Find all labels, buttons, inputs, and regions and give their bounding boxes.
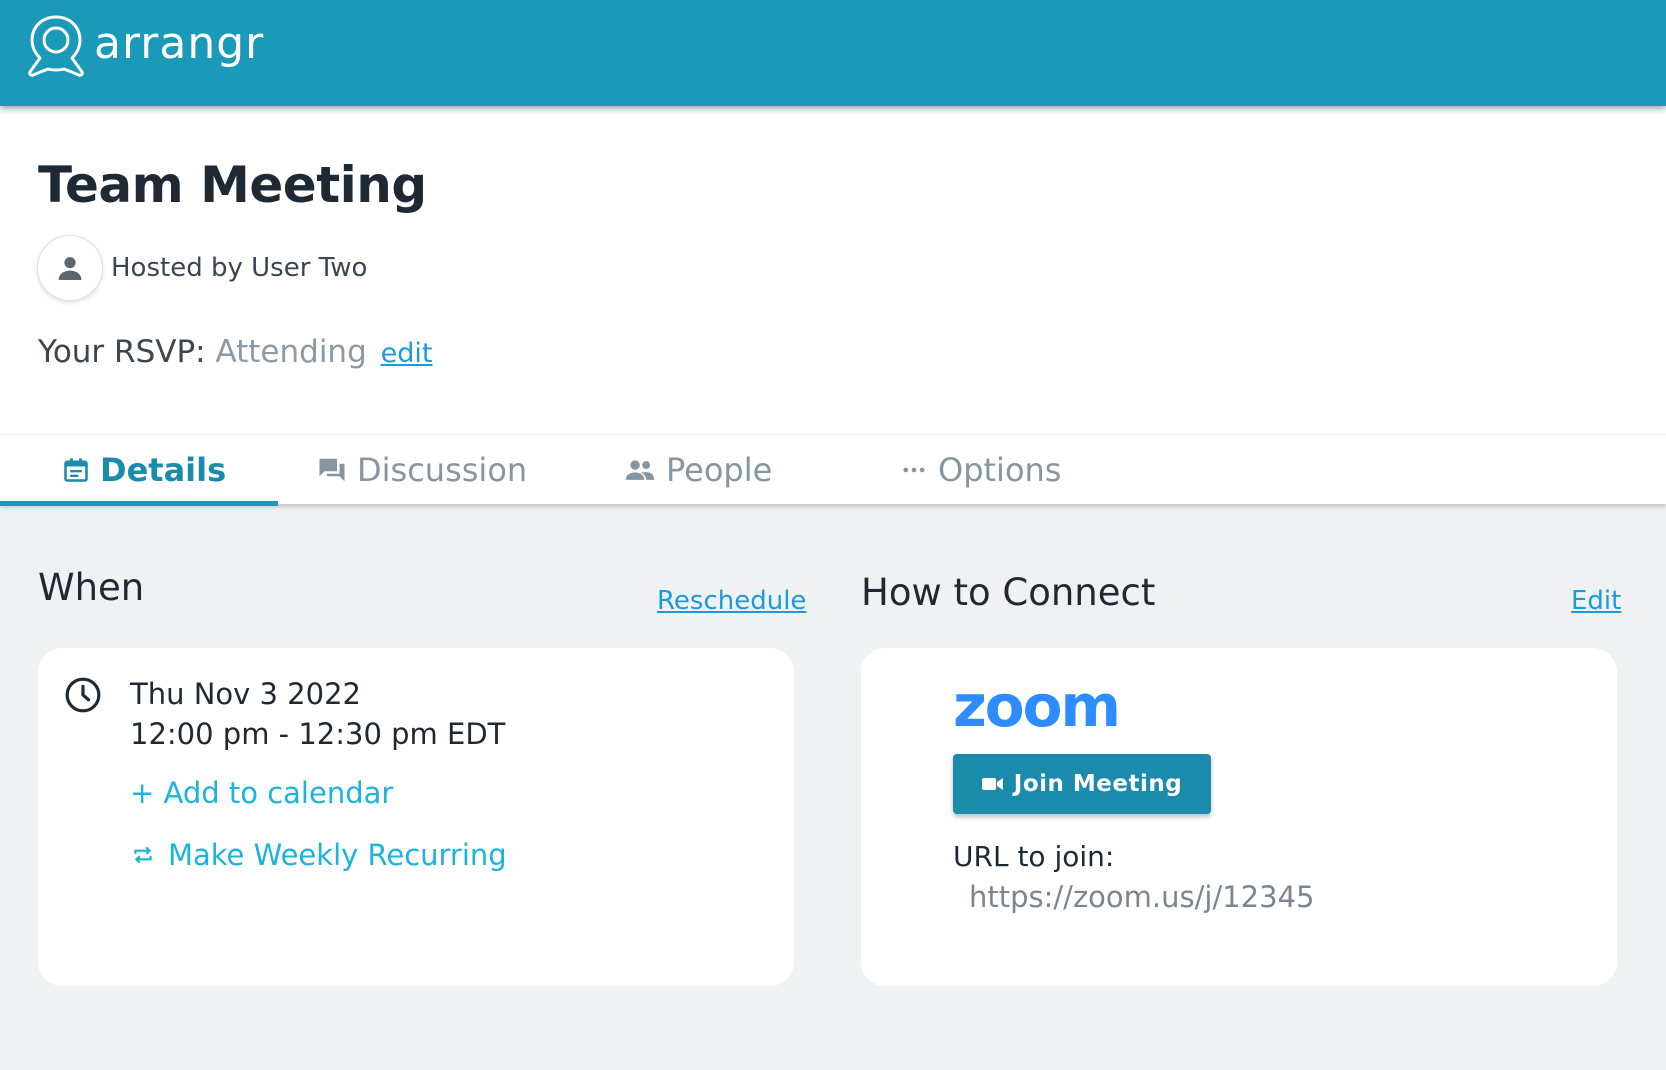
tab-options[interactable]: Options	[900, 435, 1061, 505]
event-summary: Team Meeting Hosted by User Two Your RSV…	[0, 106, 1666, 434]
rsvp-row: Your RSVP: Attending edit	[38, 334, 432, 370]
chat-icon	[319, 458, 345, 482]
brand-name: arrangr	[94, 17, 265, 69]
meeting-url[interactable]: https://zoom.us/j/12345	[969, 880, 1314, 914]
make-recurring-link[interactable]: Make Weekly Recurring	[130, 838, 507, 872]
event-datetime: Thu Nov 3 2022 12:00 pm - 12:30 pm EDT	[130, 674, 505, 754]
host-text: Hosted by User Two	[111, 253, 368, 283]
active-tab-indicator	[0, 501, 278, 506]
event-date: Thu Nov 3 2022	[130, 677, 361, 711]
people-icon	[625, 460, 655, 480]
tab-bar: Details Discussion People Options	[0, 434, 1666, 506]
add-to-calendar-link[interactable]: + Add to calendar	[130, 776, 393, 810]
join-meeting-button[interactable]: Join Meeting	[953, 754, 1211, 814]
zoom-logo: zoom	[953, 682, 1121, 730]
calendar-icon	[64, 458, 88, 482]
add-to-calendar-label: + Add to calendar	[130, 776, 394, 810]
more-horizontal-icon	[903, 467, 925, 473]
event-time: 12:00 pm - 12:30 pm EDT	[130, 717, 506, 751]
video-camera-icon	[981, 778, 1003, 790]
tab-label: Details	[100, 451, 227, 489]
tab-people[interactable]: People	[624, 435, 772, 505]
connect-title: How to Connect	[861, 571, 1156, 614]
tab-label: People	[666, 451, 773, 489]
rsvp-label: Your RSVP:	[38, 334, 206, 370]
repeat-icon	[134, 846, 152, 864]
clock-icon	[65, 677, 101, 713]
url-label: URL to join:	[953, 840, 1115, 873]
connect-edit-link[interactable]: Edit	[1571, 586, 1621, 616]
tab-label: Options	[938, 451, 1062, 489]
make-recurring-label: Make Weekly Recurring	[168, 838, 507, 872]
svg-text:zoom: zoom	[953, 682, 1119, 730]
when-title: When	[38, 566, 145, 609]
rsvp-edit-link[interactable]: edit	[381, 338, 433, 369]
avatar[interactable]	[37, 235, 103, 301]
user-icon	[58, 257, 82, 280]
rsvp-status: Attending	[215, 334, 367, 370]
tab-label: Discussion	[357, 451, 528, 489]
brand-logo[interactable]: arrangr	[24, 14, 264, 78]
reschedule-link[interactable]: Reschedule	[657, 586, 806, 616]
when-card: Thu Nov 3 2022 12:00 pm - 12:30 pm EDT +…	[38, 648, 794, 986]
app-header: arrangr	[0, 0, 1666, 106]
connect-card: zoom Join Meeting URL to join: https://z…	[861, 648, 1617, 986]
join-meeting-label: Join Meeting	[1013, 771, 1183, 797]
tab-discussion[interactable]: Discussion	[317, 435, 527, 505]
page-title: Team Meeting	[38, 156, 427, 214]
tab-details[interactable]: Details	[62, 435, 226, 505]
arrangr-logo-icon	[28, 15, 84, 77]
host-info: Hosted by User Two	[37, 235, 367, 301]
